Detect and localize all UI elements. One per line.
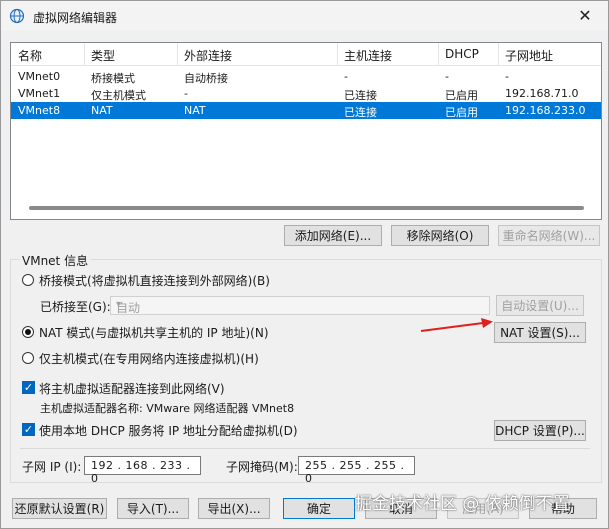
connect-adapter-checkbox[interactable]: ✓ <box>22 381 35 394</box>
export-button[interactable]: 导出(X)... <box>198 498 270 519</box>
cell-type: 仅主机模式 <box>91 89 146 102</box>
add-network-button[interactable]: 添加网络(E)... <box>284 225 382 246</box>
watermark-text: 掘金技术社区 @ 依赖倒不置 <box>355 494 570 514</box>
subnet-ip-value: 192 . 168 . 233 . 0 <box>91 459 191 485</box>
cell-external: NAT <box>184 104 206 117</box>
subnet-mask-label: 子网掩码(M): <box>226 460 298 474</box>
close-icon: ✕ <box>578 6 592 25</box>
host-only-radio[interactable] <box>22 352 34 364</box>
remove-network-button[interactable]: 移除网络(O) <box>391 225 489 246</box>
cell-type: NAT <box>91 104 113 117</box>
bridged-to-label: 已桥接至(G): <box>40 300 111 314</box>
cell-type: 桥接模式 <box>91 72 135 85</box>
nat-mode-radio[interactable] <box>22 326 34 338</box>
import-button[interactable]: 导入(T)... <box>117 498 189 519</box>
cell-subnet: - <box>505 70 509 83</box>
title-bar: 虚拟网络编辑器 ✕ <box>1 1 608 31</box>
auto-settings-button[interactable]: 自动设置(U)... <box>496 295 584 316</box>
red-arrow-annotation <box>420 318 493 332</box>
subnet-ip-label: 子网 IP (I): <box>22 460 82 474</box>
chevron-down-icon: ▾ <box>116 299 122 310</box>
cell-external: 自动桥接 <box>184 72 228 85</box>
dhcp-label[interactable]: 使用本地 DHCP 服务将 IP 地址分配给虚拟机(D) <box>39 422 298 439</box>
window-title: 虚拟网络编辑器 <box>33 11 118 25</box>
connect-adapter-label[interactable]: 将主机虚拟适配器连接到此网络(V) <box>39 380 225 397</box>
cell-dhcp: 已启用 <box>445 89 478 102</box>
cell-host: 已连接 <box>344 89 377 102</box>
bridge-mode-label[interactable]: 桥接模式(将虚拟机直接连接到外部网络)(B) <box>39 272 270 289</box>
cell-dhcp: 已启用 <box>445 106 478 119</box>
dhcp-checkbox[interactable]: ✓ <box>22 423 35 436</box>
column-header-dhcp[interactable]: DHCP <box>445 47 479 61</box>
table-header: 名称 类型 外部连接 主机连接 DHCP 子网地址 <box>11 43 601 66</box>
cell-name: VMnet8 <box>18 104 61 117</box>
subnet-mask-value: 255 . 255 . 255 . 0 <box>305 459 405 485</box>
subnet-ip-input[interactable]: 192 . 168 . 233 . 0 <box>84 456 201 485</box>
nat-mode-label[interactable]: NAT 模式(与虚拟机共享主机的 IP 地址)(N) <box>39 324 269 341</box>
vmnet-info-label: VMnet 信息 <box>20 252 91 269</box>
subnet-mask-input[interactable]: 255 . 255 . 255 . 0 <box>298 456 415 485</box>
vmnet-info-group <box>10 259 602 483</box>
column-header-type[interactable]: 类型 <box>91 47 115 64</box>
virtual-network-editor-window: 虚拟网络编辑器 ✕ 名称 类型 外部连接 主机连接 DHCP 子网地址 VMne… <box>0 0 609 529</box>
cell-subnet: 192.168.233.0 <box>505 104 586 117</box>
cell-name: VMnet0 <box>18 70 61 83</box>
column-header-host[interactable]: 主机连接 <box>344 47 392 64</box>
cell-host: - <box>344 70 348 83</box>
column-header-subnet[interactable]: 子网地址 <box>505 47 553 64</box>
horizontal-scrollbar[interactable] <box>29 206 584 210</box>
cell-external: - <box>184 87 188 100</box>
adapter-name-text: 主机虚拟适配器名称: VMware 网络适配器 VMnet8 <box>40 402 295 415</box>
checkmark-icon: ✓ <box>23 423 34 436</box>
table-row-selected[interactable]: VMnet8 NAT NAT 已连接 已启用 192.168.233.0 <box>11 102 601 119</box>
network-table: 名称 类型 外部连接 主机连接 DHCP 子网地址 VMnet0 桥接模式 自动… <box>10 42 602 220</box>
cell-dhcp: - <box>445 70 449 83</box>
host-only-label[interactable]: 仅主机模式(在专用网络内连接虚拟机)(H) <box>39 350 259 367</box>
column-header-external[interactable]: 外部连接 <box>184 47 232 64</box>
restore-defaults-button[interactable]: 还原默认设置(R) <box>12 498 107 519</box>
divider <box>20 448 590 449</box>
bridge-mode-radio[interactable] <box>22 274 34 286</box>
bridged-to-select[interactable]: 自动 ▾ <box>110 296 490 315</box>
rename-network-button[interactable]: 重命名网络(W)... <box>498 225 600 246</box>
close-button[interactable]: ✕ <box>562 1 608 31</box>
cell-name: VMnet1 <box>18 87 61 100</box>
nat-settings-button[interactable]: NAT 设置(S)... <box>494 322 586 343</box>
dhcp-settings-button[interactable]: DHCP 设置(P)... <box>494 420 586 441</box>
ok-button[interactable]: 确定 <box>283 498 355 519</box>
column-header-name[interactable]: 名称 <box>18 47 42 64</box>
table-row[interactable]: VMnet0 桥接模式 自动桥接 - - - <box>11 68 601 85</box>
checkmark-icon: ✓ <box>23 381 34 394</box>
globe-icon <box>9 8 25 24</box>
cell-host: 已连接 <box>344 106 377 119</box>
table-row[interactable]: VMnet1 仅主机模式 - 已连接 已启用 192.168.71.0 <box>11 85 601 102</box>
cell-subnet: 192.168.71.0 <box>505 87 579 100</box>
